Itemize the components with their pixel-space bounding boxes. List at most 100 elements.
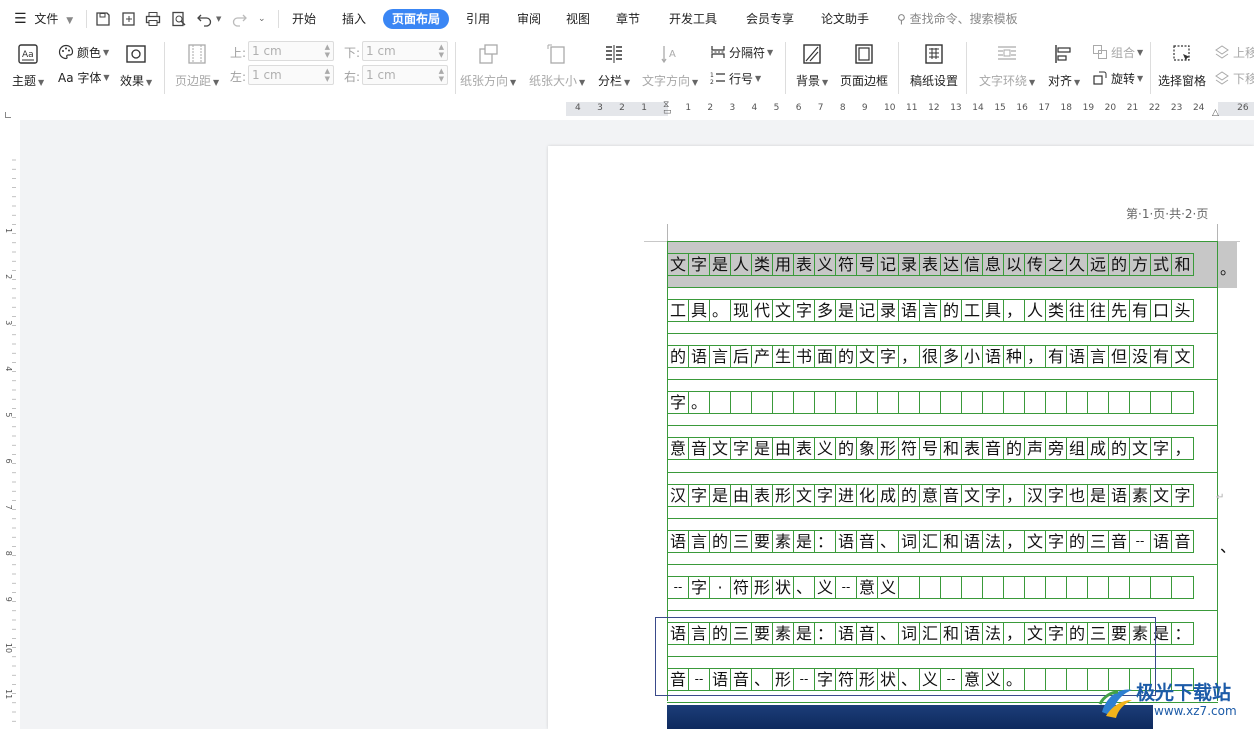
grid-cell[interactable]: 没: [1129, 345, 1151, 369]
grid-cell[interactable]: 是: [1087, 483, 1109, 507]
grid-cell[interactable]: 是: [835, 299, 857, 323]
grid-cell[interactable]: 往: [1087, 299, 1109, 323]
export-pdf-icon[interactable]: [120, 10, 138, 28]
grid-cell[interactable]: 三: [1087, 529, 1109, 553]
align-button[interactable]: 对齐 ▼: [1048, 42, 1080, 89]
right-indent-marker-icon[interactable]: △: [1212, 108, 1219, 118]
break-button[interactable]: 分隔符 ▼: [710, 43, 773, 61]
grid-cell[interactable]: [982, 391, 1004, 415]
grid-cell[interactable]: 符: [835, 253, 857, 276]
page-border-button[interactable]: 页面边框: [840, 42, 888, 89]
grid-cell[interactable]: [1087, 575, 1109, 599]
grid-cell[interactable]: 息: [982, 253, 1004, 276]
grid-cell[interactable]: 是: [709, 483, 731, 507]
grid-cell[interactable]: 信: [961, 253, 983, 276]
grid-cell[interactable]: 往: [1066, 299, 1088, 323]
grid-cell[interactable]: 素: [1129, 483, 1151, 507]
grid-cell[interactable]: [1171, 391, 1194, 415]
grid-cell[interactable]: 传: [1024, 253, 1046, 276]
grid-cell[interactable]: [835, 391, 857, 415]
grid-cell[interactable]: 人: [1024, 299, 1046, 323]
grid-cell[interactable]: [1066, 575, 1088, 599]
grid-cell[interactable]: [1003, 575, 1025, 599]
grid-cell[interactable]: [751, 391, 773, 415]
grid-cell[interactable]: [1150, 391, 1172, 415]
print-icon[interactable]: [144, 10, 162, 28]
page-header[interactable]: 第·1·页·共·2·页: [1126, 205, 1208, 222]
grid-cell[interactable]: [1024, 575, 1046, 599]
grid-cell[interactable]: 的: [1003, 437, 1025, 461]
grid-cell[interactable]: 的: [1108, 437, 1130, 461]
grid-cell[interactable]: 义: [814, 253, 836, 276]
color-button[interactable]: 颜色 ▼: [58, 43, 109, 61]
grid-cell[interactable]: 字: [688, 483, 710, 507]
grid-cell[interactable]: 汉: [667, 483, 689, 507]
grid-cell[interactable]: [709, 391, 731, 415]
margin-bottom-input[interactable]: 1 cm ▲ ▼: [362, 41, 448, 61]
grid-cell[interactable]: 以: [1003, 253, 1025, 276]
grid-cell[interactable]: 产: [751, 345, 773, 369]
paper-size-button[interactable]: 纸张大小 ▼: [529, 42, 585, 89]
grid-cell[interactable]: [793, 391, 815, 415]
theme-button[interactable]: Aa 主题 ▼: [12, 42, 44, 89]
columns-button[interactable]: 分栏 ▼: [598, 42, 630, 89]
grid-cell[interactable]: 字: [793, 299, 815, 323]
grid-cell[interactable]: 表: [751, 483, 773, 507]
grid-cell[interactable]: 语: [688, 345, 710, 369]
grid-cell[interactable]: 记: [856, 299, 878, 323]
grid-cell[interactable]: 形: [877, 437, 899, 461]
horizontal-ruler[interactable]: 4 3 2 1 1 2 3 4 5 6 7 8 9 10 11 12 13 14 15 16 17 18 19 20 21 22 2…: [0, 100, 1254, 120]
grid-cell[interactable]: 面: [814, 345, 836, 369]
tab-view[interactable]: 视图: [566, 0, 590, 38]
tab-review[interactable]: 审阅: [517, 0, 541, 38]
save-icon[interactable]: [94, 10, 112, 28]
grid-cell[interactable]: 文: [1024, 529, 1046, 553]
grid-cell[interactable]: 语: [1150, 529, 1172, 553]
grid-cell[interactable]: 文: [793, 483, 815, 507]
grid-cell[interactable]: 语: [1108, 483, 1130, 507]
grid-cell[interactable]: 符: [730, 575, 752, 599]
grid-cell[interactable]: 表: [919, 253, 941, 276]
grid-cell[interactable]: [1045, 391, 1067, 415]
group-button[interactable]: 组合 ▼: [1092, 43, 1143, 61]
grid-cell[interactable]: 录: [898, 253, 920, 276]
grid-cell[interactable]: 具: [982, 299, 1004, 323]
grid-cell[interactable]: 是: [709, 253, 731, 276]
grid-cell[interactable]: 类: [1045, 299, 1067, 323]
grid-cell[interactable]: [940, 391, 962, 415]
bring-forward-button[interactable]: 上移: [1214, 43, 1254, 61]
selection-pane-button[interactable]: 选择窗格: [1158, 42, 1206, 89]
grid-cell[interactable]: 语: [667, 529, 689, 553]
spinner-icon[interactable]: ▲ ▼: [439, 67, 444, 83]
undo-dropdown-icon[interactable]: ▼: [216, 0, 221, 38]
grid-cell[interactable]: 有: [1129, 299, 1151, 323]
grid-cell[interactable]: [856, 391, 878, 415]
grid-cell[interactable]: 也: [1066, 483, 1088, 507]
grid-cell[interactable]: [1129, 391, 1151, 415]
grid-cell[interactable]: 字: [667, 391, 689, 415]
grid-cell[interactable]: [940, 575, 962, 599]
grid-paper-settings-button[interactable]: 稿纸设置: [910, 42, 958, 89]
grid-cell[interactable]: 的: [667, 345, 689, 369]
grid-cell[interactable]: 词: [898, 529, 920, 553]
grid-cell[interactable]: 有: [1045, 345, 1067, 369]
grid-cell[interactable]: 。: [709, 299, 731, 323]
grid-cell[interactable]: 言: [709, 345, 731, 369]
grid-cell[interactable]: 文: [1129, 437, 1151, 461]
tab-home[interactable]: 开始: [292, 0, 316, 38]
grid-cell[interactable]: 号: [919, 437, 941, 461]
grid-cell[interactable]: 后: [730, 345, 752, 369]
grid-cell[interactable]: 的: [835, 437, 857, 461]
grid-cell[interactable]: 意: [919, 483, 941, 507]
grid-cell[interactable]: 和: [940, 437, 962, 461]
grid-cell[interactable]: 多: [940, 345, 962, 369]
file-menu[interactable]: ☰ 文件 ▼: [14, 0, 73, 38]
grid-cell[interactable]: 多: [814, 299, 836, 323]
grid-cell[interactable]: 音: [856, 529, 878, 553]
spinner-icon[interactable]: ▲ ▼: [325, 43, 330, 59]
grid-cell[interactable]: 的: [835, 345, 857, 369]
grid-cell[interactable]: 语: [982, 345, 1004, 369]
grid-cell[interactable]: 化: [856, 483, 878, 507]
grid-cell[interactable]: 语: [961, 529, 983, 553]
grid-cell[interactable]: 具: [688, 299, 710, 323]
